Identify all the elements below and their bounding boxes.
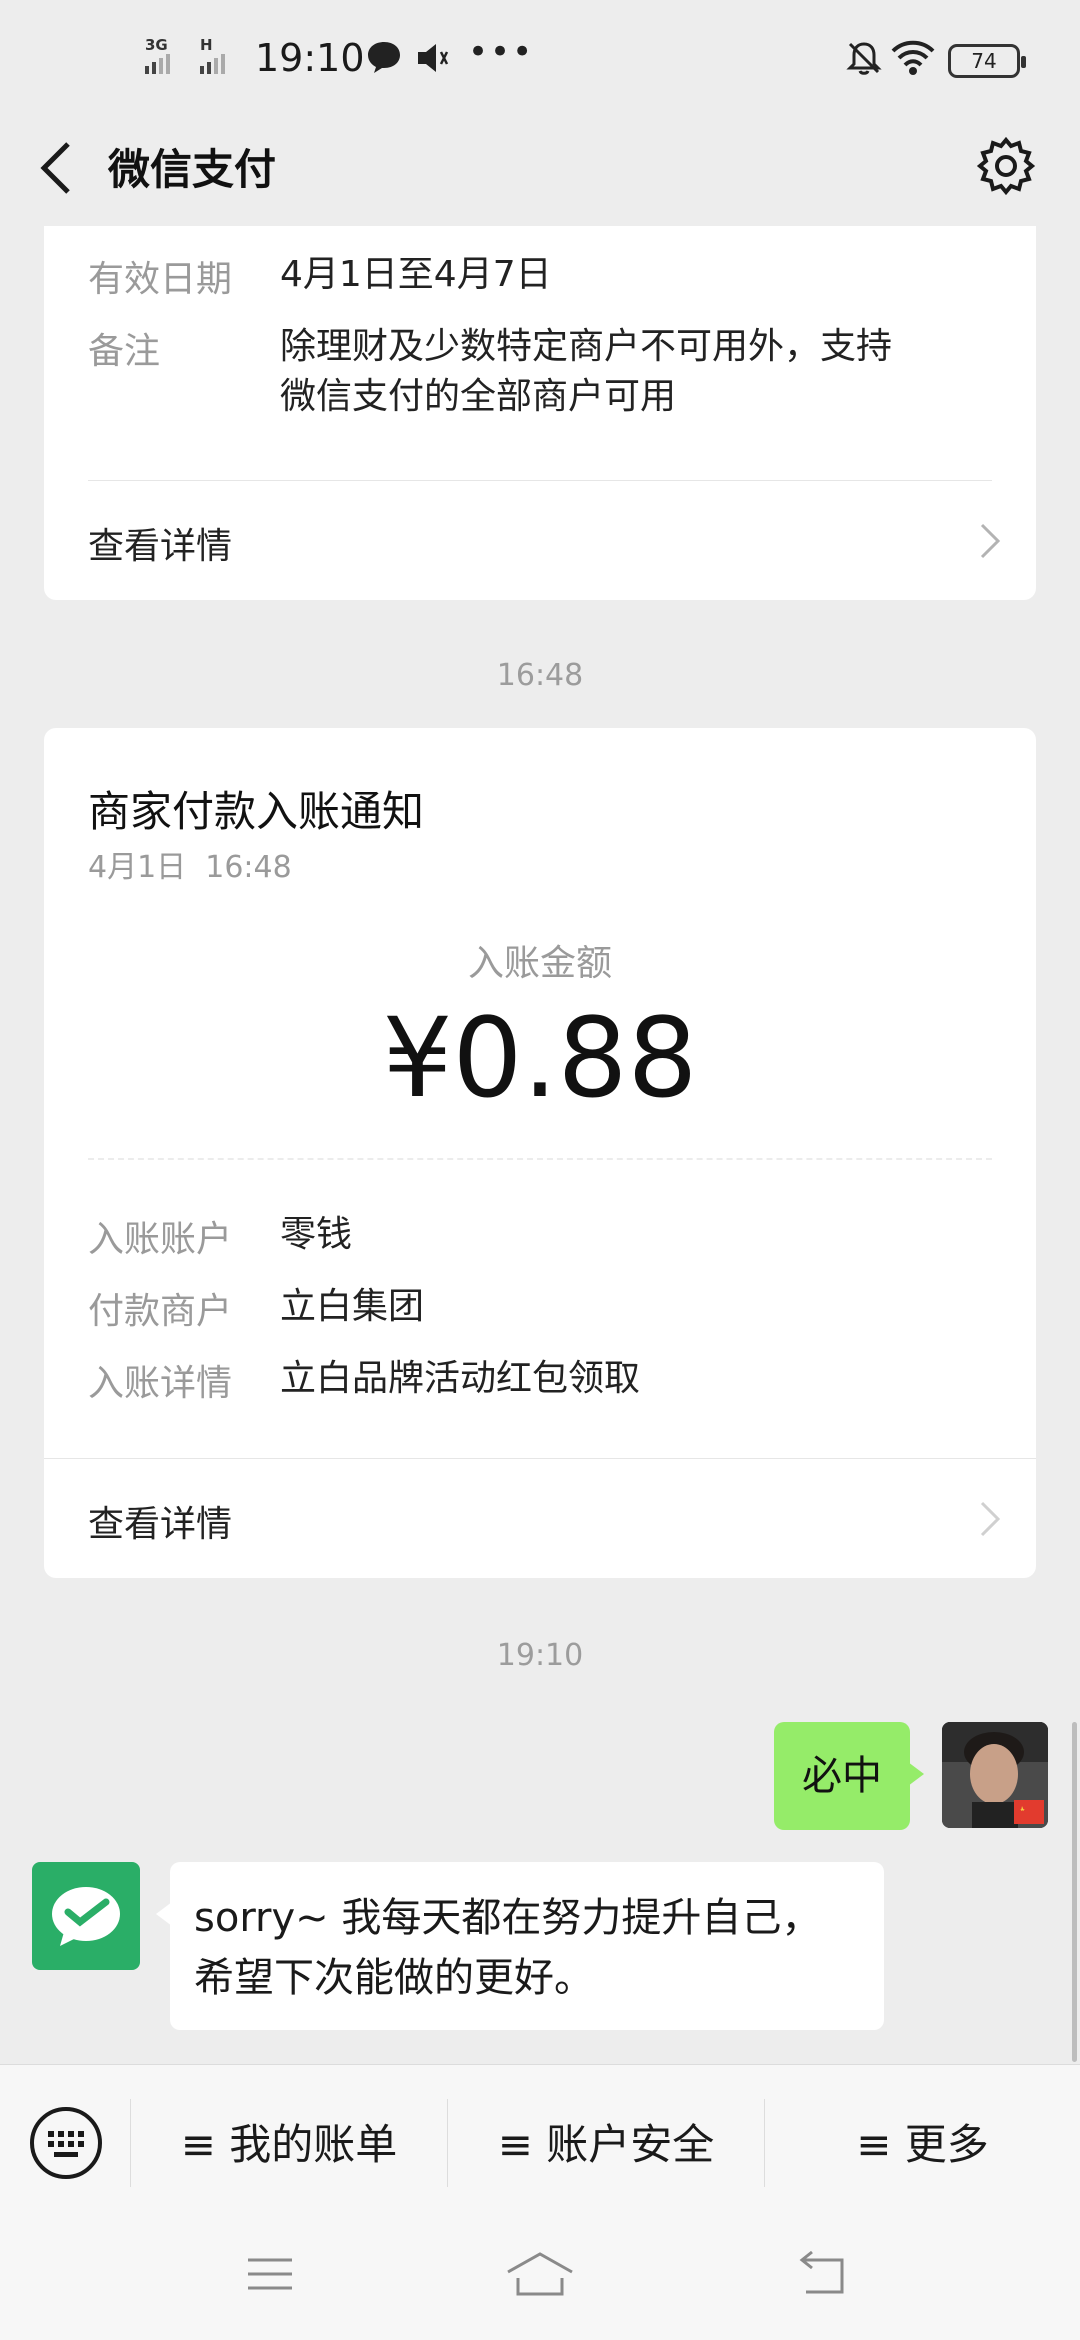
- coupon-card: 有效日期 4月1日至4月7日 备注 除理财及少数特定商户不可用外，支持 微信支付…: [44, 226, 1036, 600]
- note-label: 备注: [88, 331, 161, 372]
- bot-reply-bubble[interactable]: sorry~ 我每天都在努力提升自己， 希望下次能做的更好。: [156, 1862, 884, 2030]
- payment-notice-card[interactable]: 商家付款入账通知 4月1日 16:48 入账金额 ¥0.88 入账账户 零钱 付…: [44, 728, 1036, 1578]
- info-label: 入账详情: [88, 1363, 233, 1404]
- signal-icon-2: [200, 54, 225, 74]
- bottom-menu: ≡ 我的账单 ≡ 账户安全 ≡ 更多: [0, 2064, 1080, 2214]
- mute-icon: [418, 44, 449, 72]
- bot-reply-line-2: 希望下次能做的更好。: [194, 1955, 594, 2001]
- top-bar: 微信支付: [0, 110, 1080, 226]
- bell-off-icon: [846, 42, 882, 75]
- amount-label: 入账金额: [467, 943, 612, 984]
- timestamp: 16:48: [496, 658, 584, 693]
- clock: 19:10: [255, 36, 365, 80]
- info-row: 入账账户 零钱: [88, 1210, 352, 1262]
- chevron-right-icon: [980, 523, 1001, 559]
- gear-icon[interactable]: [974, 134, 1038, 198]
- network-3g-label: 3G: [145, 36, 168, 54]
- validity-value: 4月1日至4月7日: [280, 254, 552, 295]
- wechat-pay-logo-icon: [52, 1887, 120, 1946]
- status-bar: 3G H 19:10 ••• 74: [0, 0, 1080, 110]
- keyboard-icon[interactable]: [28, 2105, 104, 2181]
- recent-apps-icon[interactable]: [244, 2248, 296, 2300]
- info-label: 付款商户: [88, 1291, 233, 1332]
- more-status-icon: •••: [468, 32, 535, 72]
- network-h-label: H: [200, 36, 213, 54]
- info-value: 零钱: [280, 1214, 353, 1255]
- notice-datetime: 4月1日 16:48: [88, 850, 292, 885]
- dashed-divider: [88, 1158, 992, 1160]
- amount-value: ¥0.88: [382, 994, 698, 1122]
- timestamp: 19:10: [496, 1638, 584, 1673]
- detail-link-label: 查看详情: [88, 1504, 233, 1545]
- note-row: 备注 除理财及少数特定商户不可用外，支持 微信支付的全部商户可用: [88, 322, 892, 422]
- info-row: 入账详情 立白品牌活动红包领取: [88, 1354, 640, 1406]
- validity-label: 有效日期: [88, 259, 233, 300]
- system-nav-bar: [0, 2214, 1080, 2340]
- chat-notification-icon: [368, 42, 400, 73]
- my-message-bubble[interactable]: 必中: [774, 1722, 924, 1830]
- menu-my-bills[interactable]: ≡ 我的账单: [131, 2111, 447, 2172]
- info-value: 立白品牌活动红包领取: [280, 1358, 641, 1399]
- validity-row: 有效日期 4月1日至4月7日: [88, 250, 552, 302]
- signal-icon: [145, 54, 170, 74]
- menu-account-security[interactable]: ≡ 账户安全: [448, 2111, 764, 2172]
- menu-more[interactable]: ≡ 更多: [765, 2111, 1080, 2172]
- info-row: 付款商户 立白集团: [88, 1282, 424, 1334]
- payment-detail-link[interactable]: 查看详情: [44, 1459, 1036, 1578]
- info-value: 立白集团: [280, 1286, 425, 1327]
- wifi-icon: [891, 40, 935, 75]
- note-line-1: 除理财及少数特定商户不可用外，支持: [280, 326, 893, 367]
- user-avatar-image: [942, 1722, 1048, 1828]
- battery-icon: 74: [948, 44, 1026, 78]
- note-line-2: 微信支付的全部商户可用: [280, 376, 677, 417]
- detail-link-label: 查看详情: [88, 526, 233, 567]
- chevron-right-icon: [980, 1501, 1001, 1537]
- bot-reply-line-1: sorry~ 我每天都在努力提升自己，: [194, 1895, 822, 1941]
- info-label: 入账账户: [88, 1219, 233, 1260]
- page-title: 微信支付: [108, 145, 277, 194]
- coupon-detail-link[interactable]: 查看详情: [44, 481, 1036, 600]
- user-avatar[interactable]: [942, 1722, 1048, 1828]
- home-icon[interactable]: [504, 2248, 576, 2300]
- back-arrow-icon[interactable]: [30, 136, 80, 200]
- notice-title: 商家付款入账通知: [88, 787, 425, 836]
- scrollbar[interactable]: [1072, 1722, 1077, 2062]
- back-nav-icon[interactable]: [796, 2248, 852, 2300]
- wechat-pay-avatar[interactable]: [32, 1862, 140, 1970]
